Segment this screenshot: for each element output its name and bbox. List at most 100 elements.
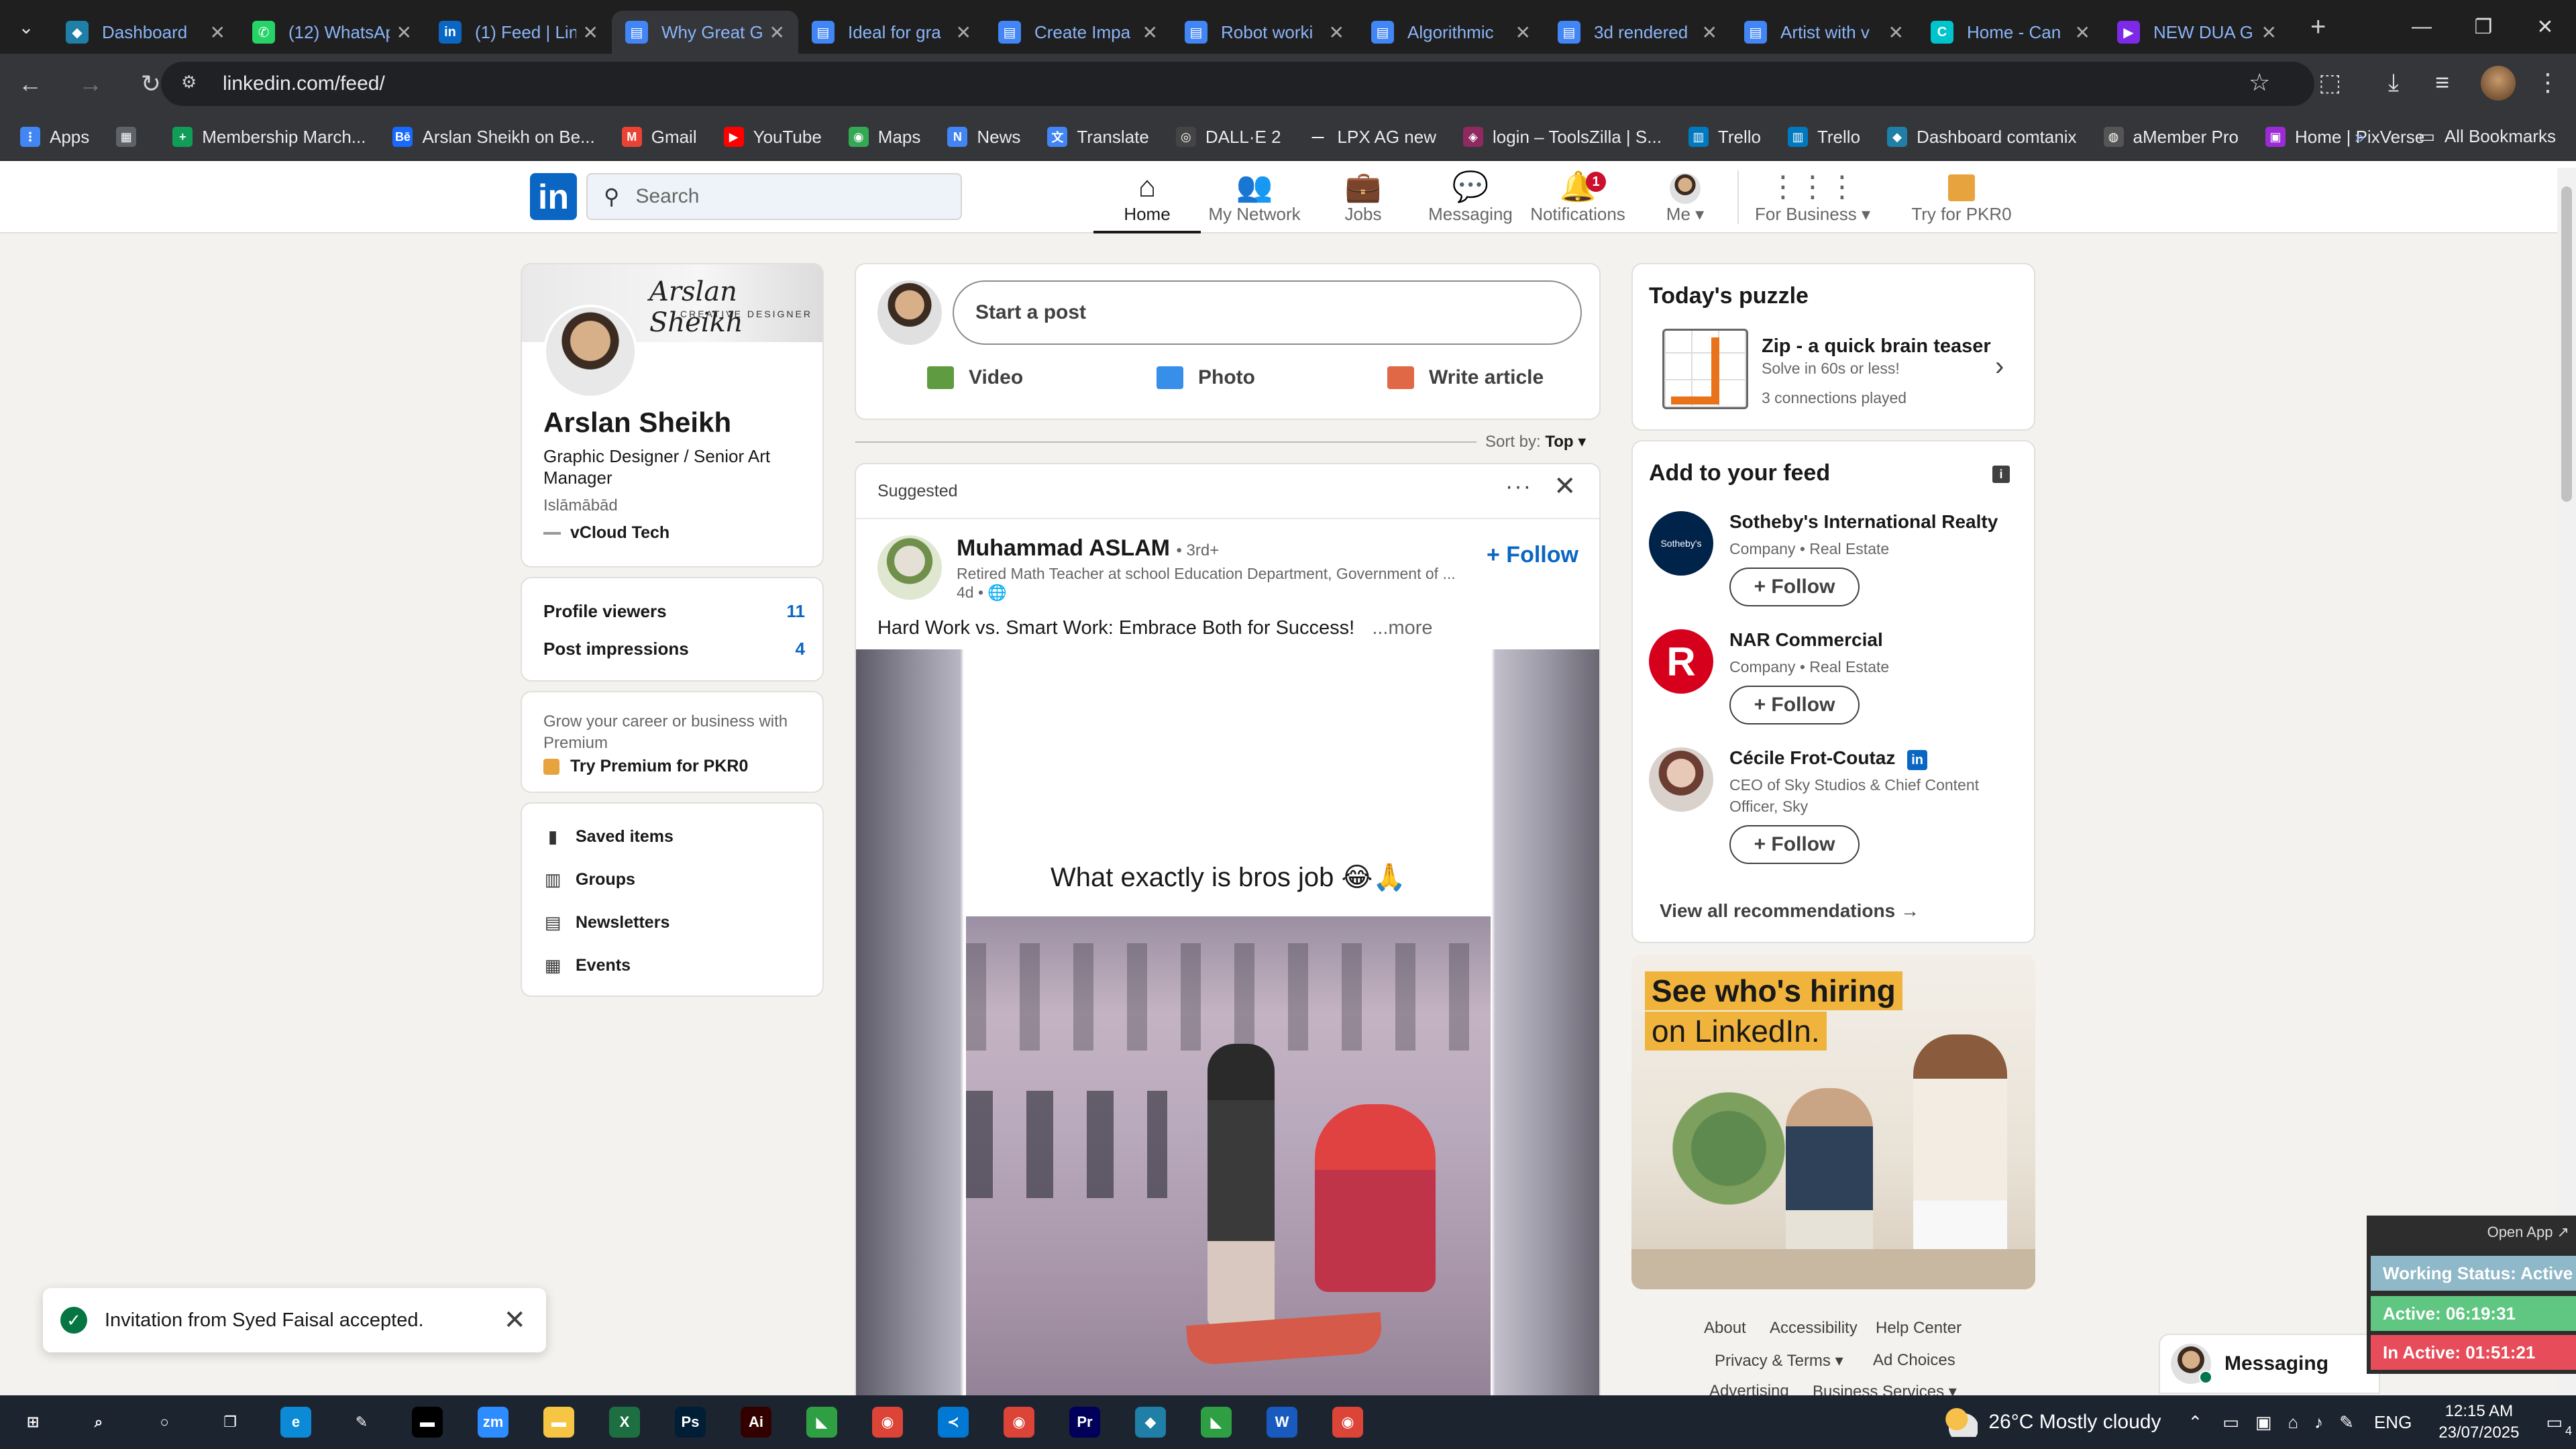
author-avatar[interactable] (877, 535, 942, 600)
back-icon[interactable]: ← (0, 70, 60, 98)
footer-help-center[interactable]: Help Center (1876, 1319, 1962, 1338)
rec-avatar[interactable]: R (1649, 629, 1713, 694)
chrome-menu-icon[interactable]: ⋮ (2536, 68, 2560, 97)
browser-tab[interactable]: ▤ Artist with v ✕ (1731, 11, 1917, 54)
taskbar-terminal[interactable]: ▬ (394, 1395, 460, 1449)
browser-tab[interactable]: ▤ Create Impa ✕ (985, 11, 1171, 54)
nav-home[interactable]: ⌂ Home (1093, 170, 1201, 233)
pen-icon[interactable]: ✎ (2339, 1412, 2354, 1433)
bookmark-item[interactable]: ▣ Home | PixVerse (2265, 127, 2424, 148)
taskbar-app-green-2[interactable]: ◣ (1183, 1395, 1249, 1449)
profile-photo[interactable] (543, 305, 637, 398)
rec-name[interactable]: Cécile Frot-Coutaz in (1729, 747, 1928, 770)
sort-dropdown[interactable]: Sort by: Top ▾ (1485, 432, 1586, 451)
search-input[interactable]: ⚲ Search (586, 173, 962, 220)
tab-close-icon[interactable]: ✕ (1142, 21, 1158, 44)
browser-tab[interactable]: ✆ (12) WhatsApp ✕ (239, 11, 425, 54)
taskbar-photoshop[interactable]: Ps (657, 1395, 723, 1449)
taskbar-illustrator[interactable]: Ai (723, 1395, 789, 1449)
taskbar-word[interactable]: W (1249, 1395, 1315, 1449)
rec-name[interactable]: NAR Commercial (1729, 629, 1883, 651)
footer-privacy-terms[interactable]: Privacy & Terms ▾ (1715, 1351, 1843, 1371)
taskbar-zoom[interactable]: zm (460, 1395, 526, 1449)
events-link[interactable]: ▦ Events (543, 955, 631, 976)
network-icon[interactable]: ⌂ (2288, 1412, 2298, 1433)
bookmark-star-icon[interactable]: ☆ (2249, 68, 2270, 97)
bookmark-item[interactable]: ◍ aMember Pro (2103, 127, 2239, 148)
tab-close-icon[interactable]: ✕ (956, 21, 971, 44)
premium-card[interactable]: Grow your career or business with Premiu… (521, 691, 824, 793)
volume-icon[interactable]: ♪ (2314, 1412, 2323, 1433)
bookmark-item[interactable]: ⋮ Apps (20, 127, 89, 148)
taskbar-app-green[interactable]: ◣ (789, 1395, 855, 1449)
bookmark-item[interactable]: ◉ Maps (848, 127, 920, 148)
notification-center-icon[interactable]: ▭ 4 (2546, 1412, 2572, 1438)
browser-tab[interactable]: ▶ NEW DUA G ✕ (2104, 11, 2290, 54)
try-premium-link[interactable]: Try Premium for PKR0 (543, 757, 748, 776)
taskbar-task-view[interactable]: ❐ (197, 1395, 263, 1449)
chevron-right-icon[interactable]: › (1995, 352, 2004, 382)
stat-post-impressions[interactable]: Post impressions 4 (543, 639, 805, 659)
profile-name[interactable]: Arslan Sheikh (543, 407, 731, 439)
nav-jobs[interactable]: 💼 Jobs (1309, 170, 1417, 233)
clock[interactable]: 12:15 AM 23/07/2025 (2438, 1401, 2519, 1444)
photo-button[interactable]: Photo (1157, 366, 1255, 389)
bookmark-item[interactable]: ◆ Dashboard comtanix (1887, 127, 2077, 148)
follow-button[interactable]: + Follow (1729, 825, 1860, 864)
scrollbar-thumb[interactable] (2561, 186, 2572, 502)
footer-accessibility[interactable]: Accessibility (1770, 1319, 1858, 1338)
forward-icon[interactable]: → (60, 70, 121, 98)
nav-me[interactable]: Me ▾ (1631, 170, 1739, 233)
download-icon[interactable]: ⤓ (2388, 68, 2399, 97)
tab-close-icon[interactable]: ✕ (769, 21, 785, 44)
follow-author-button[interactable]: + Follow (1487, 542, 1578, 568)
tab-close-icon[interactable]: ✕ (1888, 21, 1904, 44)
tab-close-icon[interactable]: ✕ (1515, 21, 1531, 44)
video-button[interactable]: Video (927, 366, 1023, 389)
camera-icon[interactable]: ▭ (2222, 1412, 2239, 1433)
linkedin-logo[interactable]: in (530, 173, 577, 220)
taskbar-app-blue[interactable]: ◆ (1118, 1395, 1183, 1449)
all-bookmarks[interactable]: ▭ All Bookmarks (2418, 126, 2556, 147)
bookmark-item[interactable]: 文 Translate (1047, 127, 1149, 148)
taskbar-chrome-2[interactable]: ◉ (1315, 1395, 1381, 1449)
tab-close-icon[interactable]: ✕ (2261, 21, 2277, 44)
browser-tab[interactable]: ▤ Ideal for gra ✕ (798, 11, 985, 54)
weather-widget[interactable]: 26°C Mostly cloudy (1943, 1407, 2161, 1437)
browser-tab[interactable]: ◆ Dashboard ✕ (52, 11, 239, 54)
browser-tab[interactable]: in (1) Feed | LinkedIn ✕ (425, 11, 612, 54)
rec-name[interactable]: Sotheby's International Realty (1729, 511, 1998, 533)
language-indicator[interactable]: ENG (2374, 1412, 2412, 1433)
page-scrollbar[interactable] (2557, 168, 2576, 1395)
taskbar-vscode[interactable]: ≺ (920, 1395, 986, 1449)
new-tab-button[interactable]: + (2310, 12, 2326, 42)
tab-close-icon[interactable]: ✕ (1702, 21, 1717, 44)
tab-search-icon[interactable]: ⌄ (0, 0, 52, 54)
puzzle-card[interactable]: Today's puzzle Zip - a quick brain tease… (1631, 263, 2035, 431)
bookmark-item[interactable]: Bē Arslan Sheikh on Be... (392, 127, 595, 148)
follow-button[interactable]: + Follow (1729, 686, 1860, 724)
bookmark-item[interactable]: ◈ login – ToolsZilla | S... (1462, 127, 1662, 148)
tab-close-icon[interactable]: ✕ (2075, 21, 2090, 44)
more-options-icon[interactable]: ··· (1505, 474, 1532, 500)
hiring-ad[interactable]: See who's hiring on LinkedIn. (1631, 954, 2035, 1289)
bookmark-item[interactable]: ▦ (116, 127, 146, 148)
composer-avatar[interactable] (877, 280, 942, 345)
tab-close-icon[interactable]: ✕ (210, 21, 225, 44)
bookmark-item[interactable]: M Gmail (621, 127, 697, 148)
nav-notifications[interactable]: 🔔 1 Notifications (1524, 170, 1631, 233)
tab-close-icon[interactable]: ✕ (583, 21, 598, 44)
author-name[interactable]: Muhammad ASLAM • 3rd+ (957, 535, 1219, 561)
profile-card[interactable]: Arslan Sheikh CREATIVE DESIGNER Arslan S… (521, 263, 824, 568)
tray-chevron-icon[interactable]: ⌃ (2188, 1412, 2202, 1433)
see-more-link[interactable]: ...more (1372, 617, 1432, 639)
start-post-button[interactable]: Start a post (953, 280, 1582, 345)
rec-avatar[interactable] (1649, 747, 1713, 812)
minimize-icon[interactable]: — (2391, 0, 2453, 54)
footer-ad-choices[interactable]: Ad Choices (1873, 1351, 1955, 1370)
taskbar-start[interactable]: ⊞ (0, 1395, 66, 1449)
nav-for-business[interactable]: ⋮⋮⋮ For Business ▾ (1752, 170, 1873, 233)
bookmark-item[interactable]: — LPX AG new (1307, 127, 1436, 148)
groups-link[interactable]: ▥ Groups (543, 869, 635, 890)
open-app-button[interactable]: Open App ↗ (2487, 1224, 2569, 1241)
